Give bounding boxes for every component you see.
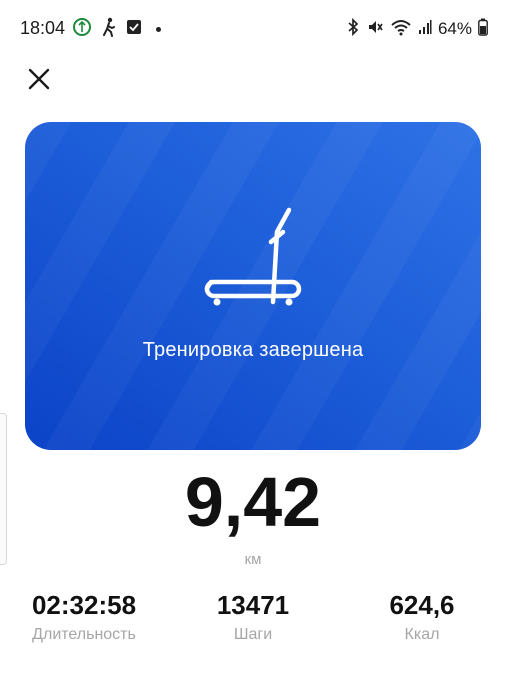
status-bar: 18:04 64% [0, 0, 506, 56]
vibrate-mute-icon [366, 18, 384, 41]
close-icon [28, 68, 50, 95]
stat-value: 02:32:58 [31, 590, 137, 620]
workout-summary-card: Тренировка завершена [25, 122, 481, 450]
wifi-icon [390, 18, 412, 41]
stat-steps: 13471 Шаги [186, 588, 320, 644]
battery-icon [478, 18, 488, 41]
stat-duration: 02:32:58 Длительность [10, 588, 158, 644]
walking-icon [100, 17, 118, 42]
status-time: 18:04 [20, 18, 66, 38]
distance-unit: км [244, 551, 262, 568]
stat-label: Длительность [32, 626, 136, 643]
stat-value: 13471 [216, 590, 290, 620]
bluetooth-icon [346, 17, 360, 41]
signal-icon [418, 19, 432, 40]
status-icons-right: 64% [346, 17, 488, 41]
distance-value: 9,42 [184, 463, 322, 541]
dot-icon [156, 26, 161, 32]
stat-calories: 624,6 Ккал [352, 588, 492, 644]
ring-app-icon [72, 17, 92, 42]
treadmill-icon [201, 202, 305, 312]
workout-complete-title: Тренировка завершена [142, 339, 364, 361]
close-button[interactable] [22, 64, 56, 98]
checkbox-icon [126, 19, 142, 40]
stat-value: 624,6 [389, 590, 455, 620]
battery-percent: 64% [437, 19, 472, 38]
stat-label: Шаги [233, 626, 273, 643]
status-icons-left [72, 17, 161, 42]
stat-label: Ккал [404, 626, 440, 643]
